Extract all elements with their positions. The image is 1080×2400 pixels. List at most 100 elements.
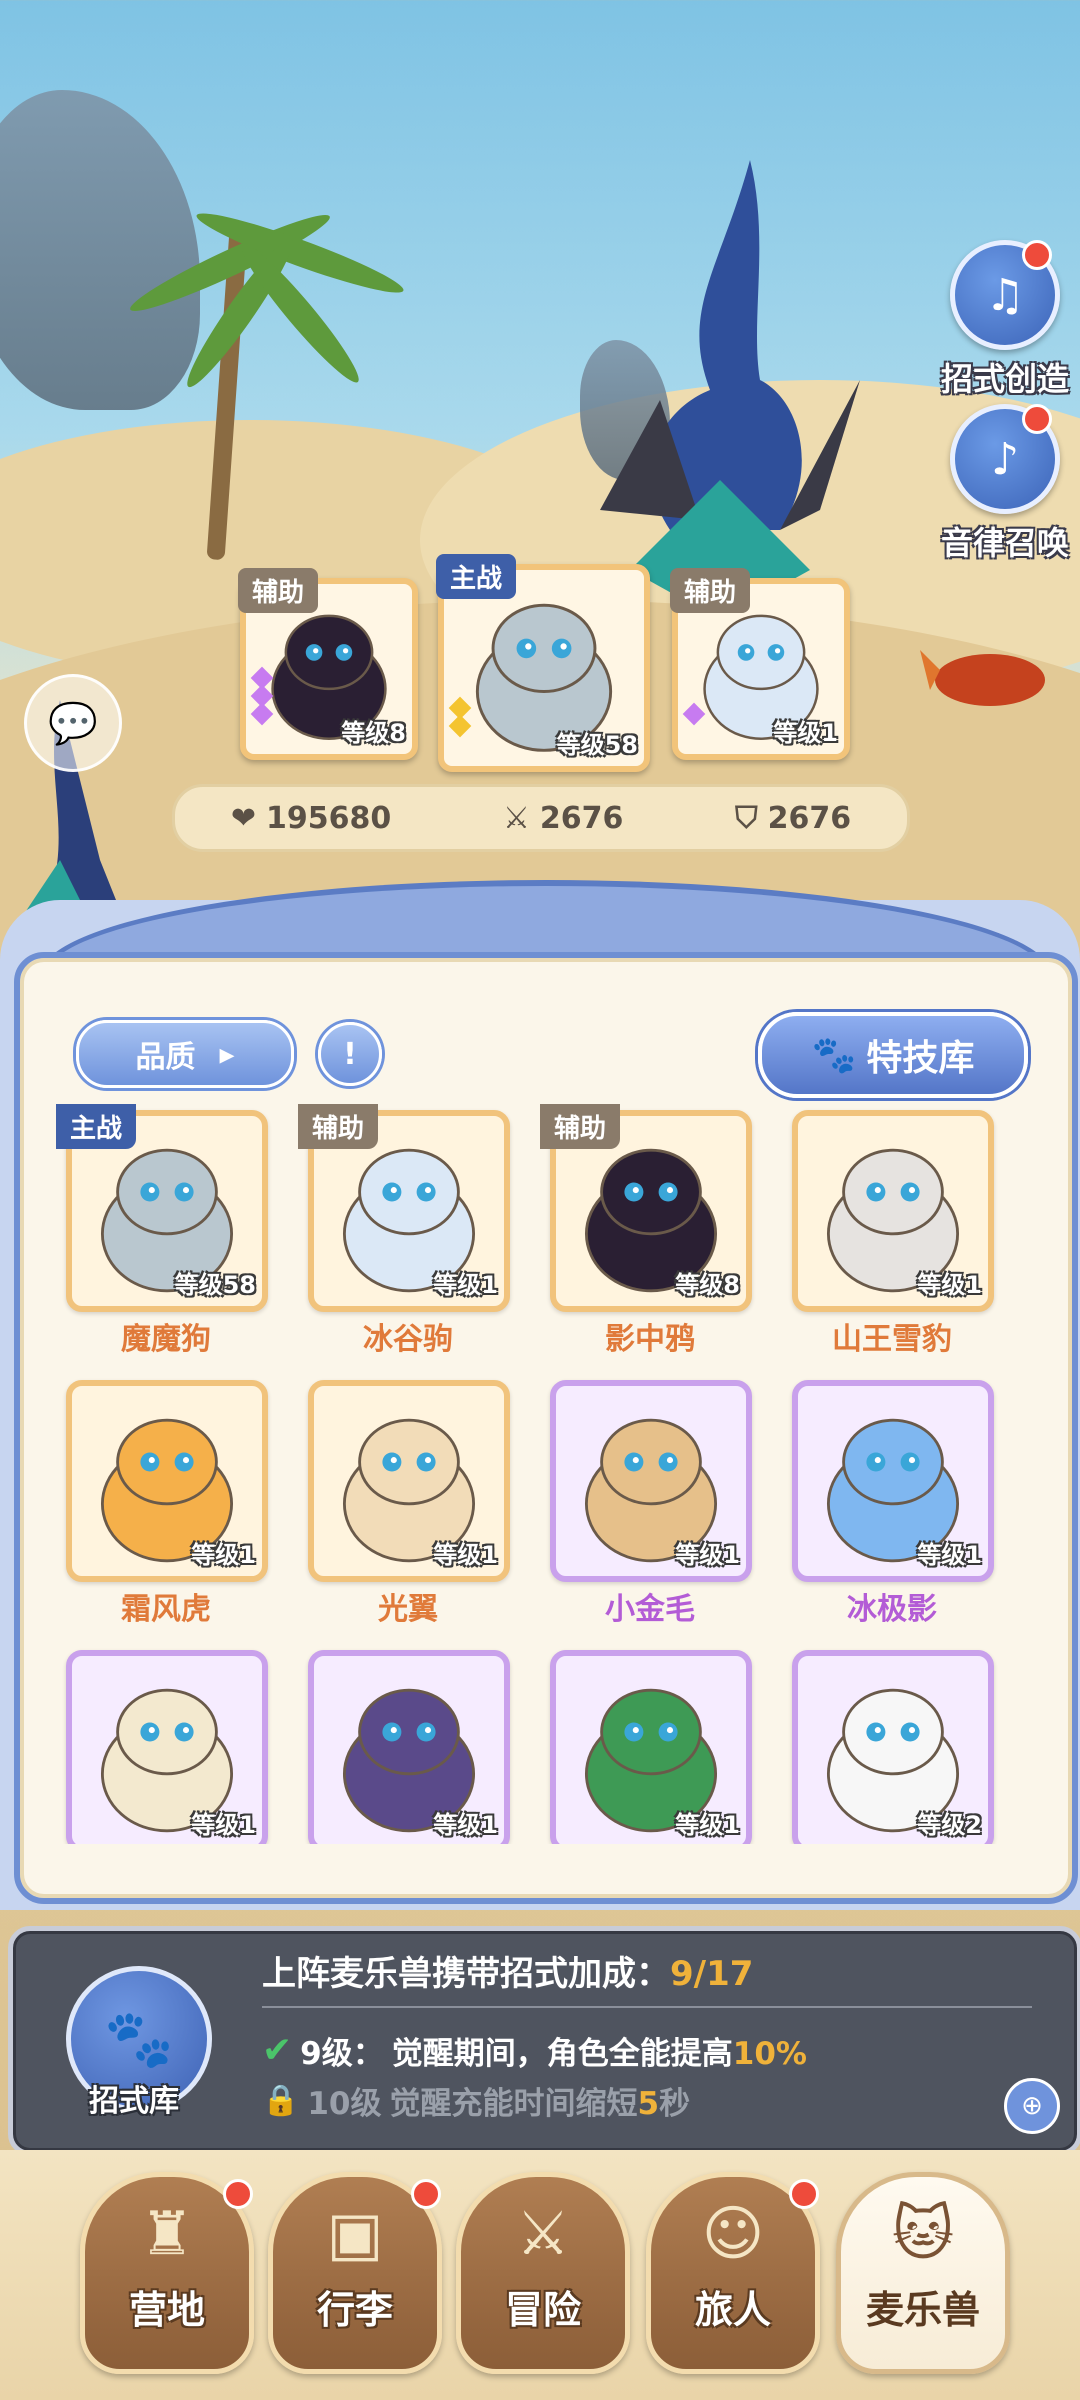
nav-label: 行李: [316, 2288, 393, 2332]
quality-filter-button[interactable]: 品质 ▸: [76, 1020, 294, 1088]
team-role-tag: 主战: [436, 554, 517, 599]
zoom-in-button[interactable]: ⊕: [1004, 2078, 1060, 2134]
paw-shield-icon: 🐾: [104, 2007, 174, 2072]
rank-star-icon: [448, 714, 472, 738]
pet-level-badge: 等级1: [191, 1541, 256, 1569]
melody-summon-label: 音律召唤: [940, 524, 1069, 562]
notification-dot: [411, 2179, 441, 2209]
skill-library-button[interactable]: 🐾 特技库: [758, 1012, 1028, 1098]
bonus-locked-value: 5: [637, 2086, 660, 2122]
bonus-active-level: 9级：: [300, 2036, 384, 2072]
crossed-swords-icon: ⚔: [516, 2199, 570, 2269]
nav-5[interactable]: 🐱 麦乐兽: [836, 2172, 1010, 2374]
pet-card-4[interactable]: 等级1 山王雪豹: [782, 1104, 1002, 1364]
lock-icon: 🔒: [262, 2083, 300, 2118]
defense-stat: ⛉ 2676: [735, 801, 851, 836]
pet-level-badge: 等级1: [433, 1271, 498, 1299]
notification-dot: [789, 2179, 819, 2209]
shield-icon: ⛉: [735, 800, 758, 836]
pet-card-7[interactable]: 等级1 小金毛: [540, 1374, 760, 1634]
nav-3[interactable]: ⚔ 冒险: [456, 2172, 630, 2374]
attack-stat: ⚔ 2676: [503, 801, 623, 836]
pet-name: 冰谷驹: [363, 1322, 453, 1357]
nav-label: 麦乐兽: [865, 2288, 980, 2332]
bonus-locked-row: 🔒 10级 觉醒充能时间缩短5秒: [262, 2078, 690, 2123]
nav-label: 旅人: [694, 2288, 771, 2332]
exclamation-book-icon: !: [343, 1036, 357, 1072]
luggage-icon: ▣: [326, 2199, 384, 2269]
chevron-right-icon: ▸: [219, 1036, 235, 1072]
crossed-swords-icon: ⚔: [502, 800, 530, 836]
team-role-tag: 辅助: [238, 568, 319, 613]
pet-grid[interactable]: 等级58 主战 魔魔狗 等级1 辅助 冰谷驹 等级8 辅助 影中鸦 等级1 山王雪豹 等级1 霜风虎 等级…: [56, 1104, 1026, 1844]
team-role-tag: 辅助: [670, 568, 751, 613]
pet-card-2[interactable]: 等级1 辅助冰谷驹: [298, 1104, 518, 1364]
pet-level-badge: 等级1: [675, 1541, 740, 1569]
pet-role-tag: 辅助: [298, 1104, 379, 1149]
defense-value: 2676: [767, 800, 852, 836]
pet-role-tag: 主战: [56, 1104, 137, 1149]
red-bird-scene: [920, 650, 1045, 706]
bonus-title-text: 上阵麦乐兽携带招式加成：: [262, 1954, 670, 1994]
pet-card-10[interactable]: 等级1: [298, 1644, 518, 1844]
pet-level-badge: 等级2: [917, 1811, 982, 1839]
pet-level-badge: 等级1: [917, 1271, 982, 1299]
pet-card-1[interactable]: 等级58 主战魔魔狗: [56, 1104, 276, 1364]
nav-1[interactable]: ♜ 营地: [80, 2172, 254, 2374]
pet-name: 小金毛: [605, 1592, 695, 1627]
pet-card-6[interactable]: 等级1 光翼: [298, 1374, 518, 1634]
skill-library-shortcut-label: 招式库: [89, 2084, 179, 2119]
quality-filter-label: 品质: [135, 1040, 196, 1075]
bonus-locked-text: 觉醒充能时间缩短: [389, 2086, 638, 2122]
bonus-locked-suffix: 秒: [659, 2086, 691, 2122]
nav-label: 冒险: [504, 2288, 581, 2332]
pet-level-badge: 等级1: [433, 1541, 498, 1569]
pet-card-12[interactable]: 等级2: [782, 1644, 1002, 1844]
skill-create-button[interactable]: ♫ 招式创造: [930, 240, 1080, 398]
bonus-count: 9/17: [670, 1954, 754, 1994]
pet-role-tag: 辅助: [540, 1104, 621, 1149]
hp-stat: ❤ 195680: [231, 801, 391, 836]
chat-button[interactable]: 💬: [24, 674, 122, 772]
pet-level-badge: 等级8: [675, 1271, 740, 1299]
notification-dot: [1022, 404, 1052, 434]
notification-dot: [223, 2179, 253, 2209]
bonus-active-text: 觉醒期间，角色全能提高: [391, 2036, 733, 2072]
nav-2[interactable]: ▣ 行李: [268, 2172, 442, 2374]
traveler-icon: ☺: [701, 2199, 765, 2269]
info-button[interactable]: !: [318, 1022, 382, 1086]
team-stats-bar: ❤ 195680 ⚔ 2676 ⛉ 2676: [172, 784, 910, 852]
pet-name: 山王雪豹: [832, 1322, 952, 1357]
team-level-badge: 等级8: [341, 719, 406, 747]
heart-icon: ❤: [230, 800, 256, 836]
bonus-active-value: 10%: [732, 2036, 807, 2072]
pet-card-9[interactable]: 等级1: [56, 1644, 276, 1844]
pet-level-badge: 等级58: [174, 1271, 256, 1299]
melody-summon-button[interactable]: ♪ 音律召唤: [930, 404, 1080, 562]
pet-name: 冰极影: [847, 1592, 937, 1627]
pet-card-5[interactable]: 等级1 霜风虎: [56, 1374, 276, 1634]
notification-dot: [1022, 240, 1052, 270]
chat-bubble-icon: 💬: [48, 700, 98, 747]
nav-4[interactable]: ☺ 旅人: [646, 2172, 820, 2374]
magnifier-icon: ⊕: [1021, 2091, 1043, 2121]
skill-create-label: 招式创造: [940, 360, 1069, 398]
pet-name: 光翼: [378, 1592, 438, 1627]
pet-level-badge: 等级1: [433, 1811, 498, 1839]
pet-name: 霜风虎: [121, 1592, 211, 1627]
pet-cat-icon: 🐱: [891, 2199, 955, 2269]
pet-card-8[interactable]: 等级1 冰极影: [782, 1374, 1002, 1634]
pet-card-3[interactable]: 等级8 辅助 影中鸦: [540, 1104, 760, 1364]
rank-star-icon: [682, 702, 706, 726]
bonus-active-row: ✔ 9级： 觉醒期间，角色全能提高10%: [262, 2028, 807, 2073]
bonus-title: 上阵麦乐兽携带招式加成：9/17: [262, 1946, 753, 1995]
pet-level-badge: 等级1: [675, 1811, 740, 1839]
pet-card-11[interactable]: 等级1: [540, 1644, 760, 1844]
pet-name: 魔魔狗: [121, 1322, 211, 1357]
pet-level-badge: 等级1: [917, 1541, 982, 1569]
rank-star-icon: [250, 702, 274, 726]
pet-level-badge: 等级1: [191, 1811, 256, 1839]
paw-icon: 🐾: [811, 1035, 857, 1076]
team-level-badge: 等级1: [773, 719, 838, 747]
attack-value: 2676: [539, 800, 624, 836]
